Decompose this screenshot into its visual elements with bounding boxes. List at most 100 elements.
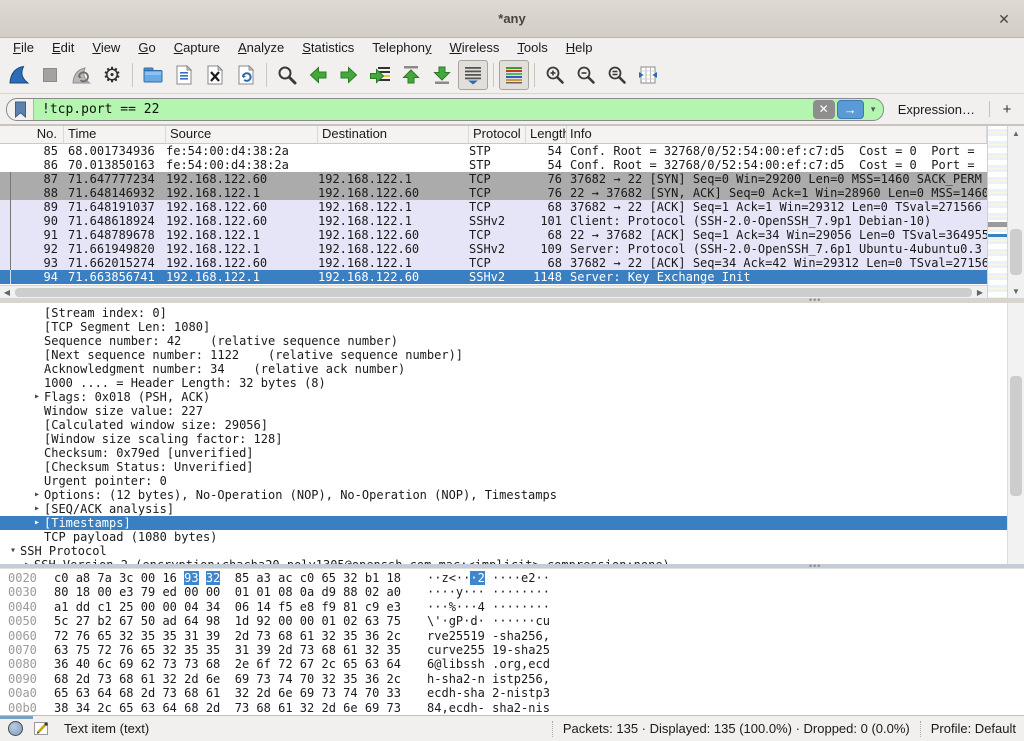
detail-line[interactable]: 1000 .... = Header Length: 32 bytes (8): [0, 376, 1007, 390]
scroll-left-arrow-icon[interactable]: ◀: [0, 288, 14, 297]
zoom-out-button[interactable]: [571, 60, 601, 90]
close-window-button[interactable]: ✕: [994, 9, 1014, 29]
display-filter-field[interactable]: !tcp.port == 22 ✕ → ▾: [6, 98, 884, 121]
detail-line[interactable]: Urgent pointer: 0: [0, 474, 1007, 488]
zoom-in-button[interactable]: [540, 60, 570, 90]
hex-row[interactable]: 00505c 27 b2 67 50 ad 64 98 1d 92 00 00 …: [8, 614, 1024, 628]
scroll-down-arrow-icon[interactable]: ▼: [1008, 284, 1024, 298]
expert-info-icon[interactable]: [8, 721, 23, 736]
detail-vscrollbar[interactable]: [1007, 303, 1024, 564]
go-next-packet-button[interactable]: [334, 60, 364, 90]
column-header-no[interactable]: No.: [0, 126, 64, 143]
detail-line[interactable]: [Checksum Status: Unverified]: [0, 460, 1007, 474]
expression-button[interactable]: Expression…: [890, 102, 983, 117]
go-first-packet-button[interactable]: [396, 60, 426, 90]
pane-splitter[interactable]: •••: [0, 298, 1024, 303]
detail-line[interactable]: Acknowledgment number: 34 (relative ack …: [0, 362, 1007, 376]
packet-row[interactable]: 8971.648191037192.168.122.60192.168.122.…: [0, 200, 987, 214]
detail-line[interactable]: [Stream index: 0]: [0, 306, 1007, 320]
hex-row[interactable]: 007063 75 72 76 65 32 35 35 31 39 2d 73 …: [8, 643, 1024, 657]
restart-capture-button[interactable]: [66, 60, 96, 90]
filter-apply-button[interactable]: →: [837, 100, 864, 119]
menu-edit[interactable]: Edit: [43, 39, 83, 56]
pane-splitter[interactable]: •••: [0, 564, 1024, 568]
detail-line[interactable]: ▸Options: (12 bytes), No-Operation (NOP)…: [0, 488, 1007, 502]
packet-row[interactable]: 9471.663856741192.168.122.1192.168.122.6…: [0, 270, 987, 284]
detail-line[interactable]: [Next sequence number: 1122 (relative se…: [0, 348, 1007, 362]
detail-line[interactable]: ▸[Timestamps]: [0, 516, 1007, 530]
colorize-packets-button[interactable]: [499, 60, 529, 90]
go-previous-packet-button[interactable]: [303, 60, 333, 90]
profile-selector[interactable]: Profile: Default: [931, 721, 1016, 736]
reload-file-button[interactable]: [231, 60, 261, 90]
column-header-time[interactable]: Time: [64, 126, 166, 143]
vscroll-thumb[interactable]: [1010, 229, 1022, 275]
packet-row[interactable]: 8670.013850163fe:54:00:d4:38:2aSTP54Conf…: [0, 158, 987, 172]
detail-line[interactable]: Sequence number: 42 (relative sequence n…: [0, 334, 1007, 348]
detail-scroll-thumb[interactable]: [1010, 376, 1022, 496]
filter-clear-button[interactable]: ✕: [813, 100, 835, 119]
packet-row[interactable]: 8771.647777234192.168.122.60192.168.122.…: [0, 172, 987, 186]
packet-row[interactable]: 9171.648789678192.168.122.1192.168.122.6…: [0, 228, 987, 242]
expand-arrow[interactable]: ▸: [30, 390, 44, 404]
menu-go[interactable]: Go: [129, 39, 164, 56]
scroll-right-arrow-icon[interactable]: ▶: [973, 288, 987, 297]
hex-row[interactable]: 00a065 63 64 68 2d 73 68 61 32 2d 6e 69 …: [8, 686, 1024, 700]
go-last-packet-button[interactable]: [427, 60, 457, 90]
packet-list-vscrollbar[interactable]: ▲ ▼: [1007, 126, 1024, 298]
resize-columns-button[interactable]: [633, 60, 663, 90]
column-header-protocol[interactable]: Protocol: [469, 126, 526, 143]
detail-line[interactable]: [Window size scaling factor: 128]: [0, 432, 1007, 446]
hex-row[interactable]: 008036 40 6c 69 62 73 73 68 2e 6f 72 67 …: [8, 657, 1024, 671]
column-header-source[interactable]: Source: [166, 126, 318, 143]
column-header-length[interactable]: Length: [526, 126, 567, 143]
start-capture-button[interactable]: [4, 60, 34, 90]
packet-row[interactable]: 8568.001734936fe:54:00:d4:38:2aSTP54Conf…: [0, 144, 987, 158]
expand-arrow[interactable]: ▾: [6, 544, 20, 558]
expand-arrow[interactable]: ▸: [30, 516, 44, 530]
packet-row[interactable]: 9271.661949820192.168.122.1192.168.122.6…: [0, 242, 987, 256]
filter-input[interactable]: !tcp.port == 22: [34, 102, 813, 117]
menu-telephony[interactable]: Telephony: [363, 39, 440, 56]
zoom-original-button[interactable]: [602, 60, 632, 90]
expand-arrow[interactable]: ▸: [30, 502, 44, 516]
menu-wireless[interactable]: Wireless: [441, 39, 509, 56]
menu-capture[interactable]: Capture: [165, 39, 229, 56]
add-filter-button[interactable]: +: [996, 101, 1018, 118]
detail-line[interactable]: [TCP Segment Len: 1080]: [0, 320, 1007, 334]
menu-file[interactable]: File: [4, 39, 43, 56]
capture-options-button[interactable]: ⚙: [97, 60, 127, 90]
detail-line[interactable]: ▸[SEQ/ACK analysis]: [0, 502, 1007, 516]
menu-tools[interactable]: Tools: [508, 39, 556, 56]
packet-list-hscrollbar[interactable]: ◀ ▶: [0, 285, 987, 298]
menu-view[interactable]: View: [83, 39, 129, 56]
packet-row[interactable]: 9371.662015274192.168.122.60192.168.122.…: [0, 256, 987, 270]
scroll-up-arrow-icon[interactable]: ▲: [1008, 126, 1024, 140]
packet-row[interactable]: 8871.648146932192.168.122.1192.168.122.6…: [0, 186, 987, 200]
hex-row[interactable]: 003080 18 00 e3 79 ed 00 00 01 01 08 0a …: [8, 585, 1024, 599]
open-file-button[interactable]: [138, 60, 168, 90]
go-to-packet-button[interactable]: [365, 60, 395, 90]
close-file-button[interactable]: [200, 60, 230, 90]
column-header-info[interactable]: Info: [567, 126, 987, 143]
expand-arrow[interactable]: ▸: [30, 488, 44, 502]
detail-line[interactable]: Window size value: 227: [0, 404, 1007, 418]
save-file-button[interactable]: [169, 60, 199, 90]
hex-row[interactable]: 0040a1 dd c1 25 00 00 04 34 06 14 f5 e8 …: [8, 600, 1024, 614]
stop-capture-button[interactable]: [35, 60, 65, 90]
filter-dropdown-button[interactable]: ▾: [866, 100, 881, 119]
hex-row[interactable]: 006072 76 65 32 35 35 31 39 2d 73 68 61 …: [8, 629, 1024, 643]
hex-row[interactable]: 0020c0 a8 7a 3c 00 16 93 32 85 a3 ac c0 …: [8, 571, 1024, 585]
vscroll-track[interactable]: [1008, 140, 1024, 284]
menu-help[interactable]: Help: [557, 39, 602, 56]
packet-minimap[interactable]: [987, 126, 1007, 298]
detail-line[interactable]: TCP payload (1080 bytes): [0, 530, 1007, 544]
menu-statistics[interactable]: Statistics: [293, 39, 363, 56]
detail-line[interactable]: ▸Flags: 0x018 (PSH, ACK): [0, 390, 1007, 404]
detail-line[interactable]: ▾SSH Protocol: [0, 544, 1007, 558]
detail-line[interactable]: Checksum: 0x79ed [unverified]: [0, 446, 1007, 460]
hex-row[interactable]: 009068 2d 73 68 61 32 2d 6e 69 73 74 70 …: [8, 672, 1024, 686]
hex-row[interactable]: 00b038 34 2c 65 63 64 68 2d 73 68 61 32 …: [8, 701, 1024, 715]
filter-bookmark-button[interactable]: [7, 99, 34, 120]
auto-scroll-button[interactable]: [458, 60, 488, 90]
